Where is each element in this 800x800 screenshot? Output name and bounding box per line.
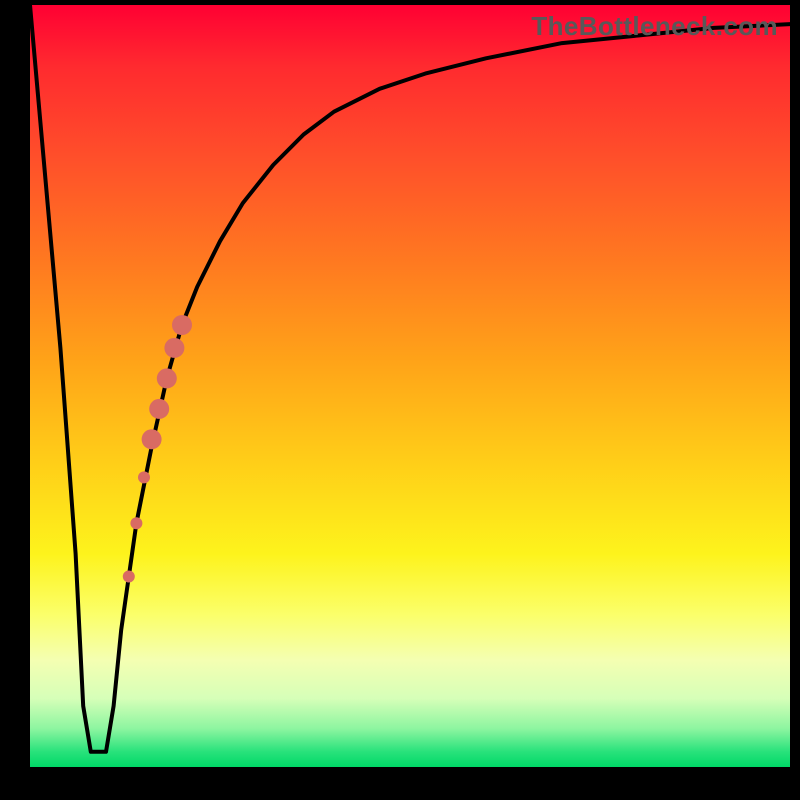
marker-dot — [164, 338, 184, 358]
marker-dot — [172, 315, 192, 335]
plot-area: TheBottleneck.com — [30, 5, 790, 767]
brand-watermark: TheBottleneck.com — [531, 11, 778, 42]
bottleneck-curve — [30, 5, 790, 752]
marker-dot — [130, 517, 142, 529]
marker-dot — [138, 471, 150, 483]
curve-layer — [30, 5, 790, 767]
marker-dot — [157, 368, 177, 388]
chart-frame: TheBottleneck.com — [0, 0, 800, 800]
marker-dot — [123, 571, 135, 583]
marker-dot — [149, 399, 169, 419]
marker-dot — [142, 429, 162, 449]
